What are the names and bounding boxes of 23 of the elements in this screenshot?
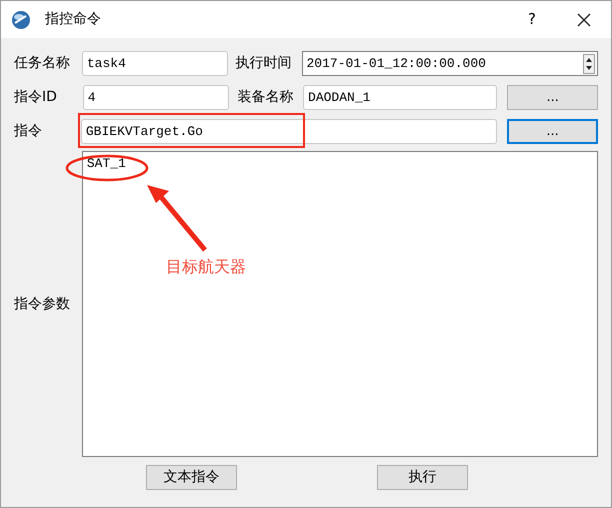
browse-button[interactable]: ... <box>507 85 598 110</box>
execute-button[interactable]: 执行 <box>377 465 468 490</box>
input-field[interactable]: 4 <box>82 85 230 110</box>
field-label: 指令参数 <box>14 294 71 314</box>
datetime-spinbox[interactable]: 2017-01-01_12:00:00.000 <box>302 51 598 76</box>
help-button[interactable]: ? <box>517 4 547 34</box>
input-field[interactable]: DAODAN_1 <box>303 85 498 110</box>
app-globe-icon <box>11 10 31 30</box>
field-label: 指令 <box>14 122 43 141</box>
input-field[interactable]: GBIEKVTarget.Go <box>80 119 498 144</box>
close-icon <box>577 12 591 26</box>
input-field[interactable]: task4 <box>82 51 228 76</box>
datetime-value: 2017-01-01_12:00:00.000 <box>306 54 487 73</box>
spin-arrows-icon[interactable] <box>582 54 595 74</box>
annotation-arrow <box>147 185 207 252</box>
text-command-button[interactable]: 文本指令 <box>146 465 237 490</box>
field-label: 任务名称 <box>14 54 71 73</box>
window-title: 指控命令 <box>45 10 101 29</box>
field-label: 指令ID <box>14 88 58 107</box>
browse-button[interactable]: ... <box>507 119 598 144</box>
annotation-label: 目标航天器 <box>166 256 246 278</box>
field-label: 执行时间 <box>236 54 293 73</box>
field-label: 装备名称 <box>237 88 294 107</box>
